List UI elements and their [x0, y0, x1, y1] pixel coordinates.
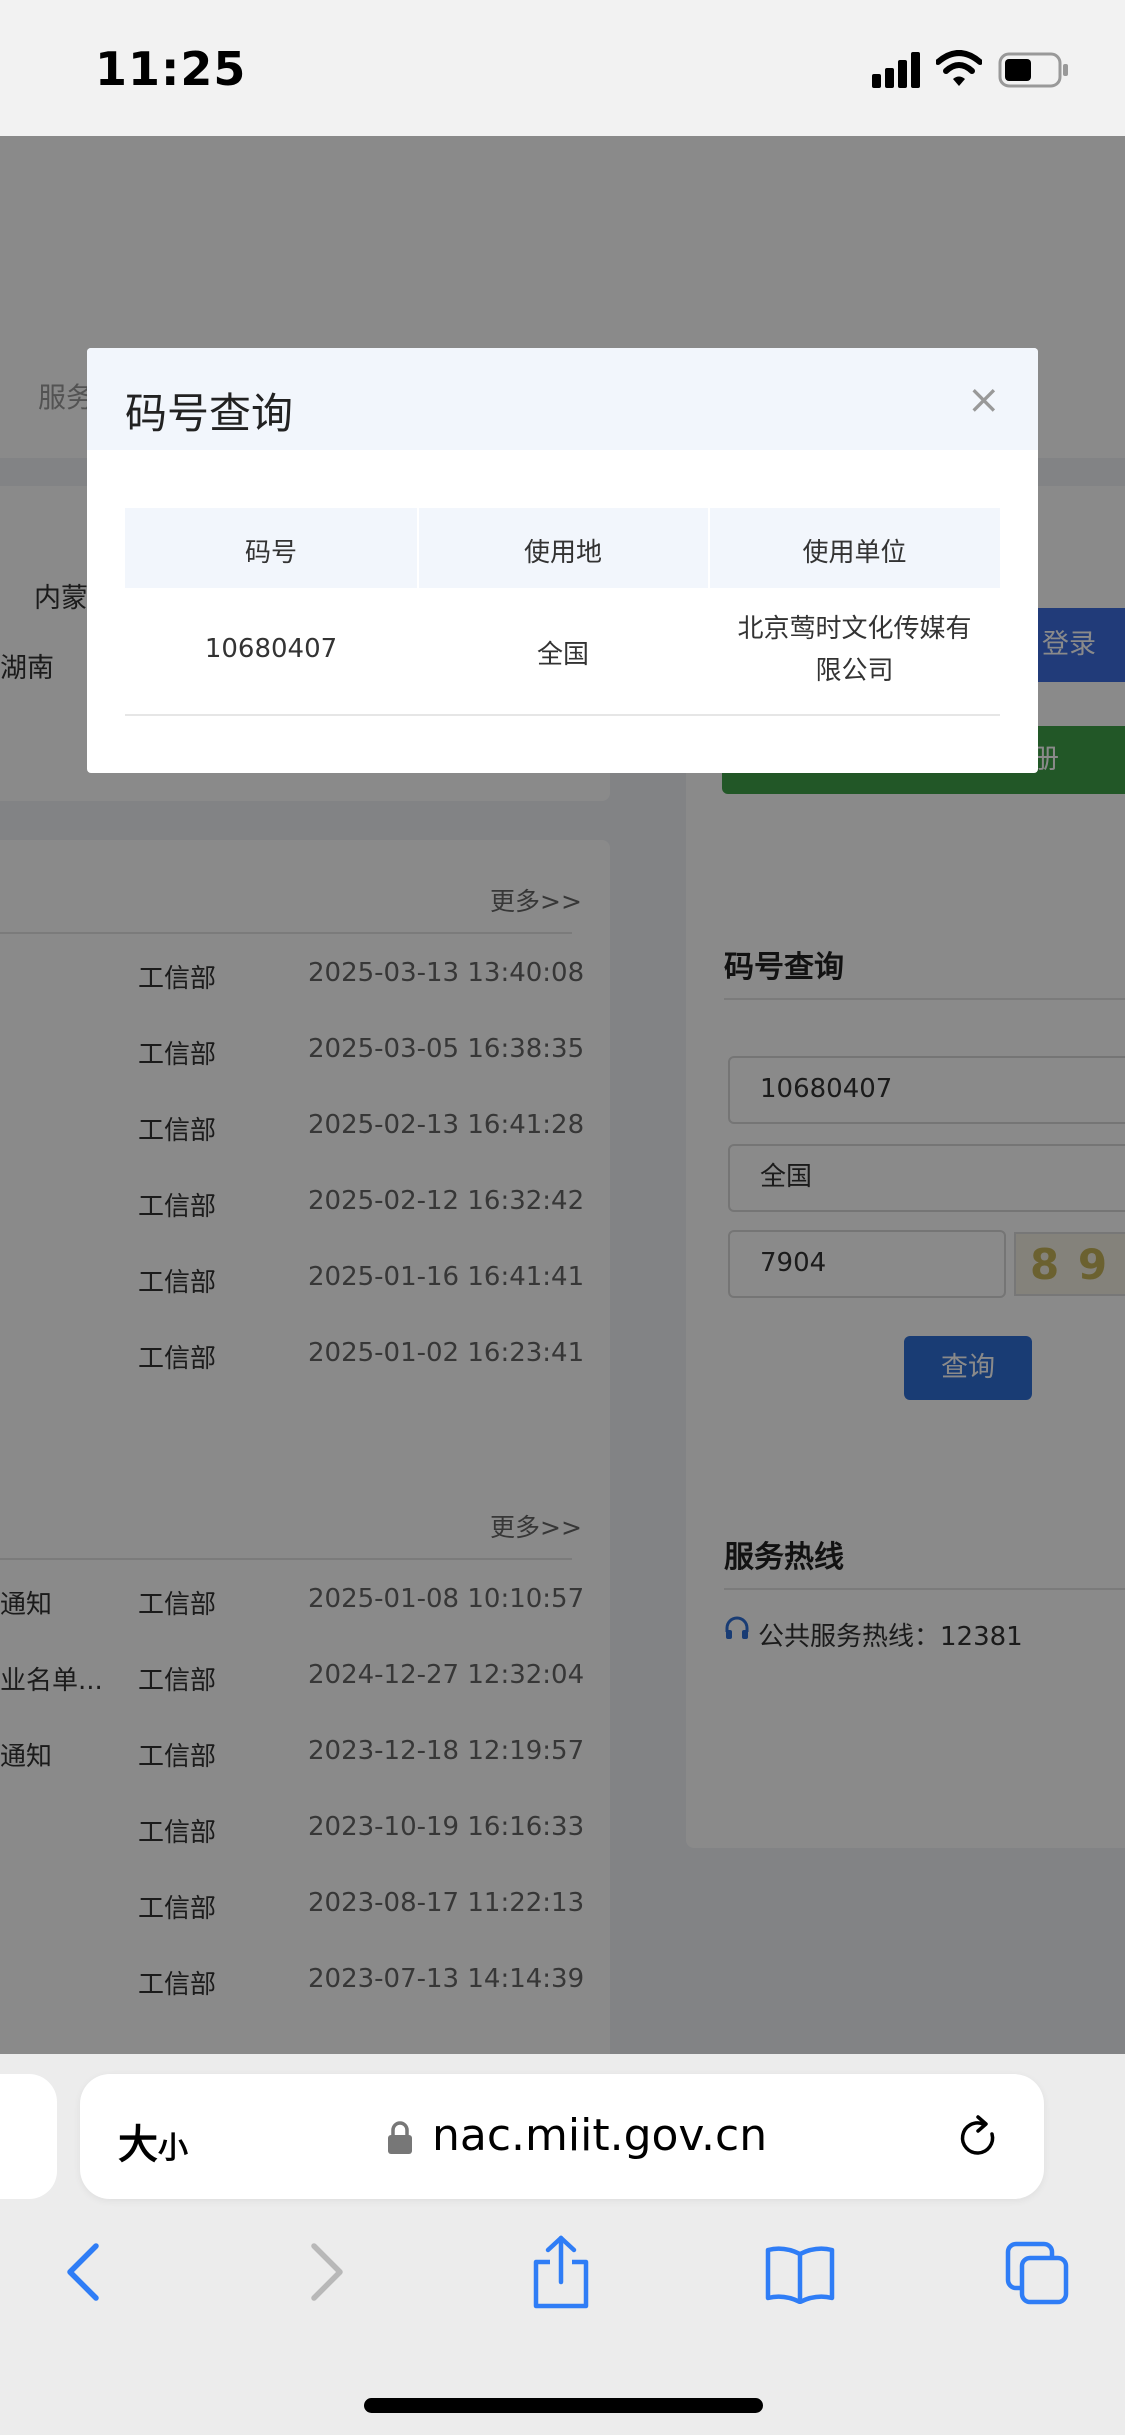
cell-unit-line2: 限公司 [815, 656, 894, 686]
modal-title: 码号查询 [125, 389, 294, 438]
wifi-icon [936, 50, 982, 86]
home-indicator[interactable] [364, 2398, 763, 2413]
table-row: 10680407 全国 北京莺时文化传媒有 限公司 [125, 588, 1000, 714]
cellular-signal-icon [872, 52, 922, 88]
column-header-region: 使用地 [523, 538, 602, 568]
status-bar: 11:25 [0, 0, 1125, 136]
status-time: 11:25 [95, 42, 247, 96]
result-table-header: 码号 使用地 使用单位 [125, 508, 1000, 588]
url-text[interactable]: nac.miit.gov.cn [432, 2110, 767, 2161]
text-size-small: 小 [158, 2131, 188, 2166]
reload-icon[interactable] [956, 2114, 1002, 2162]
close-icon[interactable]: × [967, 380, 1001, 420]
column-header-number: 码号 [244, 538, 297, 568]
cell-region: 全国 [536, 640, 589, 670]
back-icon[interactable] [62, 2240, 106, 2304]
tabs-icon[interactable] [1004, 2240, 1072, 2308]
lock-icon [388, 2121, 412, 2154]
browser-toolbar: 大小 nac.miit.gov.cn [0, 2054, 1125, 2435]
forward-icon[interactable] [304, 2240, 348, 2304]
column-header-unit: 使用单位 [802, 538, 907, 568]
text-size-big: 大 [118, 2122, 158, 2168]
share-icon[interactable] [530, 2234, 592, 2310]
cell-number: 10680407 [204, 634, 338, 664]
battery-icon [998, 52, 1068, 88]
cell-unit-line1: 北京莺时文化传媒有 [737, 614, 972, 644]
query-result-modal: 码号查询 × 码号 使用地 使用单位 10680407 全国 北京莺时文化传媒有… [87, 348, 1038, 773]
text-size-button[interactable]: 大小 [118, 2112, 188, 2170]
bookmarks-icon[interactable] [764, 2244, 836, 2304]
table-bottom-border [125, 714, 1000, 716]
address-bar[interactable]: 大小 nac.miit.gov.cn [80, 2074, 1044, 2199]
cell-unit: 北京莺时文化传媒有 限公司 [709, 608, 1000, 692]
previous-tab-preview[interactable] [0, 2074, 57, 2199]
